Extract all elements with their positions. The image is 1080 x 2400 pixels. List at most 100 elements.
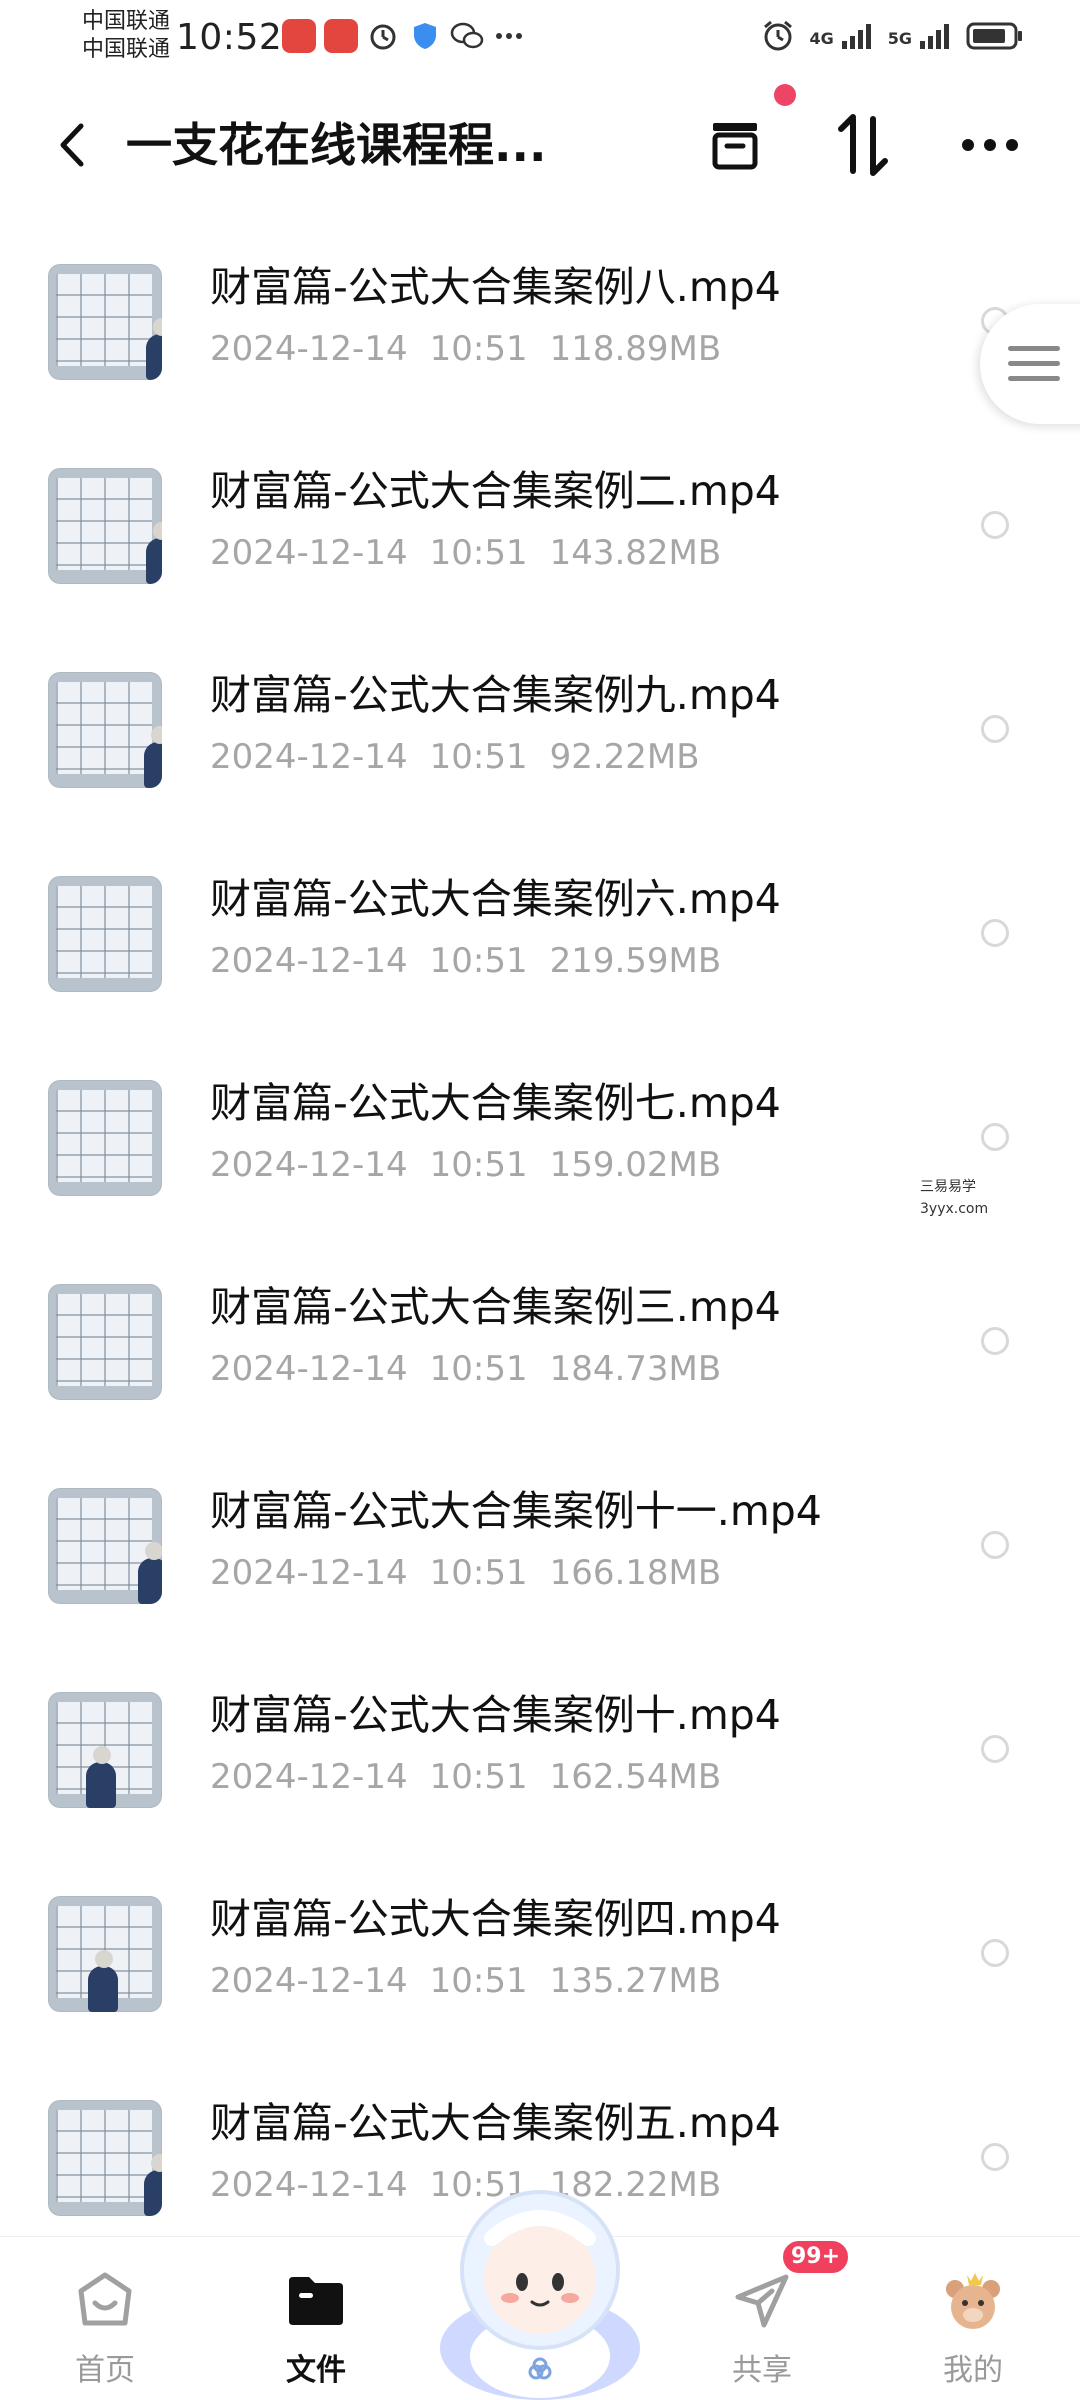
file-date: 2024-12-14 [210,533,408,573]
video-thumbnail [48,672,162,788]
file-date: 2024-12-14 [210,1961,408,2001]
select-checkbox[interactable] [981,715,1009,743]
file-row[interactable]: 财富篇-公式大合集案例四.mp4 2024-12-14 10:51 135.27MB [0,1864,1080,2068]
file-size: 184.73MB [549,1349,722,1389]
file-time: 10:51 [429,941,528,981]
file-size: 166.18MB [549,1553,722,1593]
file-meta: 2024-12-14 10:51 219.59MB [210,938,721,984]
file-time: 10:51 [429,329,528,369]
more-options-button[interactable] [955,110,1025,180]
file-name: 财富篇-公式大合集案例二.mp4 [210,467,781,515]
status-time: 10:52 [176,17,283,58]
file-row[interactable]: 财富篇-公式大合集案例六.mp4 2024-12-14 10:51 219.59MB [0,844,1080,1048]
file-time: 10:51 [429,1145,528,1185]
file-row[interactable]: 财富篇-公式大合集案例七.mp4 2024-12-14 10:51 159.02MB [0,1048,1080,1252]
back-icon [60,123,84,167]
select-checkbox[interactable] [981,511,1009,539]
file-meta: 2024-12-14 10:51 118.89MB [210,326,721,372]
nav-files[interactable]: 文件 [251,2247,381,2397]
select-checkbox[interactable] [981,2143,1009,2171]
notification-dot [774,84,796,106]
select-checkbox[interactable] [981,1735,1009,1763]
file-date: 2024-12-14 [210,1757,408,1797]
file-name: 财富篇-公式大合集案例八.mp4 [210,263,781,311]
more-notifications-icon [492,19,526,53]
file-row[interactable]: 财富篇-公式大合集案例二.mp4 2024-12-14 10:51 143.82MB [0,436,1080,640]
system-indicators: 4G 5G [761,16,1024,60]
file-time: 10:51 [429,1349,528,1389]
wechat-icon [450,19,484,53]
file-row[interactable]: 财富篇-公式大合集案例十.mp4 2024-12-14 10:51 162.54MB [0,1660,1080,1864]
folder-icon [284,2269,348,2333]
file-name: 财富篇-公式大合集案例三.mp4 [210,1283,781,1331]
nav-home-label: 首页 [75,2353,135,2388]
astronaut-mascot-icon [440,2190,640,2400]
file-date: 2024-12-14 [210,1553,408,1593]
signal-icon [918,21,952,55]
file-time: 10:51 [429,737,528,777]
video-thumbnail [48,1080,162,1196]
share-count-badge: 99+ [780,2238,852,2276]
file-row[interactable]: 财富篇-公式大合集案例八.mp4 2024-12-14 10:51 118.89MB [0,232,1080,436]
file-size: 159.02MB [549,1145,722,1185]
file-meta: 2024-12-14 10:51 159.02MB [210,1142,721,1188]
shield-icon [408,19,442,53]
select-checkbox[interactable] [981,1939,1009,1967]
file-row[interactable]: 财富篇-公式大合集案例十一.mp4 2024-12-14 10:51 166.18M… [0,1456,1080,1660]
nav-mine-label: 我的 [943,2353,1003,2388]
file-meta: 2024-12-14 10:51 184.73MB [210,1346,721,1392]
carrier-names: 中国联通 中国联通 [82,8,170,64]
more-icon [962,139,1018,151]
file-row[interactable]: 财富篇-公式大合集案例三.mp4 2024-12-14 10:51 184.73MB [0,1252,1080,1456]
carrier-1: 中国联通 [82,9,171,34]
file-row[interactable]: 财富篇-公式大合集案例九.mp4 2024-12-14 10:51 92.22MB [0,640,1080,844]
menu-lines-icon [1008,346,1060,381]
timer-icon [366,19,400,53]
transfer-list-button[interactable] [700,110,770,180]
network-type-2: 5G [887,28,912,48]
app-notification-icon [282,19,316,53]
file-time: 10:51 [429,533,528,573]
file-meta: 2024-12-14 10:51 92.22MB [210,734,700,780]
sort-button[interactable] [828,110,898,180]
page-title: 一支花在线课程程... [126,118,547,172]
file-date: 2024-12-14 [210,941,408,981]
file-meta: 2024-12-14 10:51 143.82MB [210,530,721,576]
file-name: 财富篇-公式大合集案例五.mp4 [210,2099,781,2147]
file-size: 135.27MB [549,1961,722,2001]
video-thumbnail [48,468,162,584]
file-name: 财富篇-公式大合集案例四.mp4 [210,1895,781,1943]
watermark-line-1: 三易易学 [920,1179,976,1195]
nav-mine[interactable]: 我的 [908,2247,1038,2397]
watermark: 三易易学 3yyx.com [920,1176,988,1220]
file-size: 162.54MB [549,1757,722,1797]
nav-files-label: 文件 [286,2353,346,2388]
file-name: 财富篇-公式大合集案例十.mp4 [210,1691,781,1739]
file-size: 118.89MB [549,329,722,369]
file-size: 143.82MB [549,533,722,573]
file-date: 2024-12-14 [210,1145,408,1185]
video-thumbnail [48,1284,162,1400]
notification-icons [282,18,526,54]
file-date: 2024-12-14 [210,329,408,369]
file-date: 2024-12-14 [210,1349,408,1389]
alarm-icon [761,19,795,57]
mascot-assistant-button[interactable] [432,2178,648,2400]
paper-plane-icon [730,2269,794,2333]
nav-home[interactable]: 首页 [40,2247,170,2397]
video-thumbnail [48,2100,162,2216]
select-checkbox[interactable] [981,1531,1009,1559]
select-checkbox[interactable] [981,919,1009,947]
file-browser-screen: 中国联通 中国联通 10:52 4G 5G 一支花在线课程程... 财富篇-公式… [0,0,1080,2400]
video-thumbnail [48,264,162,380]
battery-icon [966,21,1024,55]
select-checkbox[interactable] [981,1327,1009,1355]
video-thumbnail [48,876,162,992]
back-button[interactable] [44,114,100,176]
carrier-2: 中国联通 [82,37,171,62]
video-thumbnail [48,1692,162,1808]
app-notification-icon [324,19,358,53]
file-time: 10:51 [429,1553,528,1593]
select-checkbox[interactable] [981,1123,1009,1151]
watermark-line-2: 3yyx.com [920,1201,989,1217]
